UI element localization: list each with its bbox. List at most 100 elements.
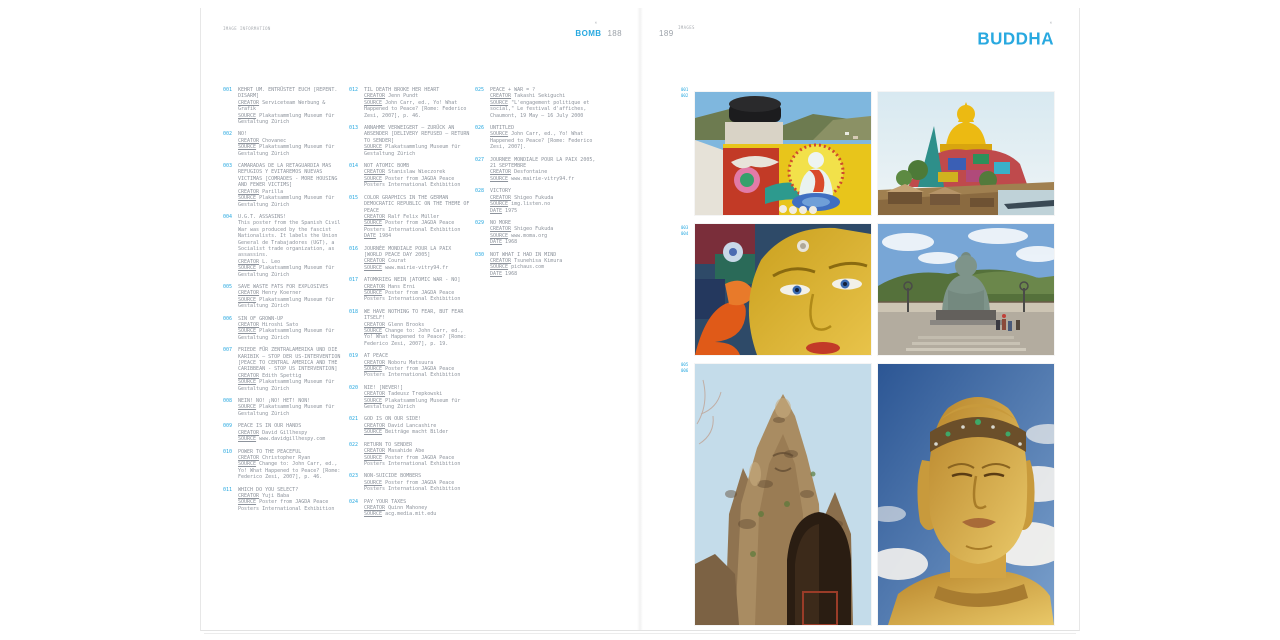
credit-title: CAMARADAS DE LA RETAGUARDIA MAS REFUGIOS… — [238, 163, 344, 189]
credit-field: DATE 1968 — [490, 271, 596, 277]
credit-item: 018WE HAVE NOTHING TO FEAR, BUT FEAR ITS… — [349, 309, 475, 347]
credit-field-label: CREATOR — [364, 505, 385, 511]
photo-number: 002 — [681, 93, 688, 99]
credit-field-label: CREATOR — [364, 258, 385, 264]
credit-field: SOURCE Plakatsammlung Museum für Gestalt… — [238, 144, 344, 157]
photo-number: 005 — [681, 362, 688, 368]
credit-field-label: CREATOR — [364, 284, 385, 290]
credit-field-label: CREATOR — [238, 259, 259, 265]
image-information-label: IMAGE INFORMATION — [223, 26, 271, 31]
credit-body: COLOR GRAPHICS IN THE GERMAN DEMOCRATIC … — [364, 195, 470, 240]
credit-field-label: CREATOR — [238, 100, 259, 106]
credit-field-label: SOURCE — [364, 144, 382, 150]
credit-field: SOURCE John Carr, ed., Yo! What Happened… — [364, 100, 470, 119]
credit-note: This poster from the Spanish Civil War w… — [238, 220, 344, 258]
credit-item: 010POWER TO THE PEACEFULCREATOR Christop… — [223, 449, 349, 481]
credit-item: 025PEACE + WAR = ?CREATOR Takashi Sekigu… — [475, 87, 601, 119]
credit-field-label: CREATOR — [238, 455, 259, 461]
credit-field: DATE 1984 — [364, 233, 470, 239]
credit-number: 018 — [349, 309, 364, 347]
credit-body: WE HAVE NOTHING TO FEAR, BUT FEAR ITSELF… — [364, 309, 470, 347]
credit-field: SOURCE Poster from JAGDA Peace Posters I… — [364, 220, 470, 233]
credit-title: JOURNÉE MONDIALE POUR LA PAIX [WORLD PEA… — [364, 246, 470, 259]
credit-field-label: CREATOR — [238, 138, 259, 144]
credit-field: SOURCE Plakatsammlung Museum für Gestalt… — [364, 398, 470, 411]
credit-body: NIE! [NEVER!]CREATOR Tadeusz TrepkowskiS… — [364, 385, 470, 411]
credit-field-label: CREATOR — [364, 322, 385, 328]
credit-item: 027JOURNEE MONDIALE POUR LA PAIX 2005, 2… — [475, 157, 601, 183]
credit-field: SOURCE Poster from JAGDA Peace Posters I… — [238, 499, 344, 512]
credit-number: 024 — [349, 499, 364, 518]
credit-field: SOURCE Change to: John Carr, ed., Yo! Wh… — [364, 328, 470, 347]
credit-item: 012TIL DEATH BROKE HER HEARTCREATOR Jenn… — [349, 87, 475, 119]
chapter-title-buddha: BUDDHA — [977, 30, 1054, 48]
credit-number: 012 — [349, 87, 364, 119]
photo-number: 001 — [681, 87, 688, 93]
page-number-189: 189 — [659, 29, 674, 38]
credit-field: SOURCE Plakatsammlung Museum für Gestalt… — [364, 144, 470, 157]
credit-number: 029 — [475, 220, 490, 246]
credit-field-label: SOURCE — [364, 511, 382, 517]
credit-item: 017ATOMKRIEG NEIN [ATOMIC WAR - NO]CREAT… — [349, 277, 475, 303]
credit-field-label: SOURCE — [238, 404, 256, 410]
credit-field: SOURCE www.davidgillhespy.com — [238, 436, 344, 442]
credit-number: 009 — [223, 423, 238, 442]
photo-golden-buddha-shrine — [878, 92, 1054, 215]
credit-field-label: SOURCE — [364, 220, 382, 226]
photo-number: 006 — [681, 368, 688, 374]
credit-field-label: CREATOR — [364, 93, 385, 99]
credit-field-label: DATE — [490, 271, 502, 277]
credit-item: 029NO MORECREATOR Shigeo FukudaSOURCE ww… — [475, 220, 601, 246]
credit-title: FRIEDE FÜR ZENTRALAMERIKA UND DIE KARIBI… — [238, 347, 344, 373]
credit-body: JOURNEE MONDIALE POUR LA PAIX 2005, 21 S… — [490, 157, 596, 183]
credit-item: 014NOT ATOMIC BOMBCREATOR Stanislaw Wiec… — [349, 163, 475, 189]
credit-item: 011WHICH DO YOU SELECT?CREATOR Yuji Baba… — [223, 487, 349, 513]
credit-body: FRIEDE FÜR ZENTRALAMERIKA UND DIE KARIBI… — [238, 347, 344, 392]
credits-column-3: 025PEACE + WAR = ?CREATOR Takashi Sekigu… — [475, 87, 601, 283]
credit-number: 020 — [349, 385, 364, 411]
credit-title: WE HAVE NOTHING TO FEAR, BUT FEAR ITSELF… — [364, 309, 470, 322]
credit-field: SOURCE Plakatsammlung Museum für Gestalt… — [238, 379, 344, 392]
credit-number: 019 — [349, 353, 364, 379]
credit-body: TIL DEATH BROKE HER HEARTCREATOR Jenn Pu… — [364, 87, 470, 119]
credit-number: 023 — [349, 473, 364, 492]
bomb-chapter-icon: × — [595, 21, 597, 25]
images-label: IMAGES — [678, 25, 695, 30]
credit-field-label: SOURCE — [238, 195, 256, 201]
credit-field: SOURCE John Carr, ed., Yo! What Happened… — [490, 131, 596, 150]
credit-title: KEHRT UM. ENTRÜSTET EUCH [REPENT. DISARM… — [238, 87, 344, 100]
credit-field: SOURCE Plakatsammlung Museum für Gestalt… — [238, 265, 344, 278]
credit-body: KEHRT UM. ENTRÜSTET EUCH [REPENT. DISARM… — [238, 87, 344, 125]
credit-field-label: SOURCE — [490, 264, 508, 270]
credit-number: 022 — [349, 442, 364, 468]
credit-field: SOURCE Poster from JAGDA Peace Posters I… — [364, 455, 470, 468]
credit-field-label: CREATOR — [238, 290, 259, 296]
credit-number: 006 — [223, 316, 238, 342]
credit-field-label: SOURCE — [238, 499, 256, 505]
credit-body: CAMARADAS DE LA RETAGUARDIA MAS REFUGIOS… — [238, 163, 344, 208]
credit-number: 014 — [349, 163, 364, 189]
buddha-chapter-icon: × — [1050, 21, 1052, 25]
credit-body: GOD IS ON OUR SIDE!CREATOR David Lancash… — [364, 416, 470, 435]
credit-item: 003CAMARADAS DE LA RETAGUARDIA MAS REFUG… — [223, 163, 349, 208]
credit-field-label: SOURCE — [238, 144, 256, 150]
credit-title: COLOR GRAPHICS IN THE GERMAN DEMOCRATIC … — [364, 195, 470, 214]
credit-field-label: CREATOR — [364, 391, 385, 397]
credit-body: UNTITLEDSOURCE John Carr, ed., Yo! What … — [490, 125, 596, 151]
credit-field-label: SOURCE — [238, 461, 256, 467]
credit-field-label: CREATOR — [238, 189, 259, 195]
credit-field-label: SOURCE — [238, 328, 256, 334]
credit-field: SOURCE Poster from JAGDA Peace Posters I… — [364, 290, 470, 303]
credit-item: 030NOT WHAT I HAD IN MINDCREATOR Tsunehi… — [475, 252, 601, 278]
credit-field-label: SOURCE — [364, 265, 382, 271]
credit-body: SAVE WASTE FATS FOR EXPLOSIVESCREATOR He… — [238, 284, 344, 310]
credit-item: 004U.G.T. ASSASINS!This poster from the … — [223, 214, 349, 278]
credit-item: 020NIE! [NEVER!]CREATOR Tadeusz Trepkows… — [349, 385, 475, 411]
credit-field-label: CREATOR — [238, 373, 259, 379]
credit-number: 017 — [349, 277, 364, 303]
credit-field-label: SOURCE — [364, 455, 382, 461]
credits-column-2: 012TIL DEATH BROKE HER HEARTCREATOR Jenn… — [349, 87, 475, 524]
credit-number: 028 — [475, 188, 490, 214]
credit-title: ANNAHME VERWEIGERT — ZURÜCK AN ABSENDER … — [364, 125, 470, 144]
credit-field-label: SOURCE — [490, 176, 508, 182]
